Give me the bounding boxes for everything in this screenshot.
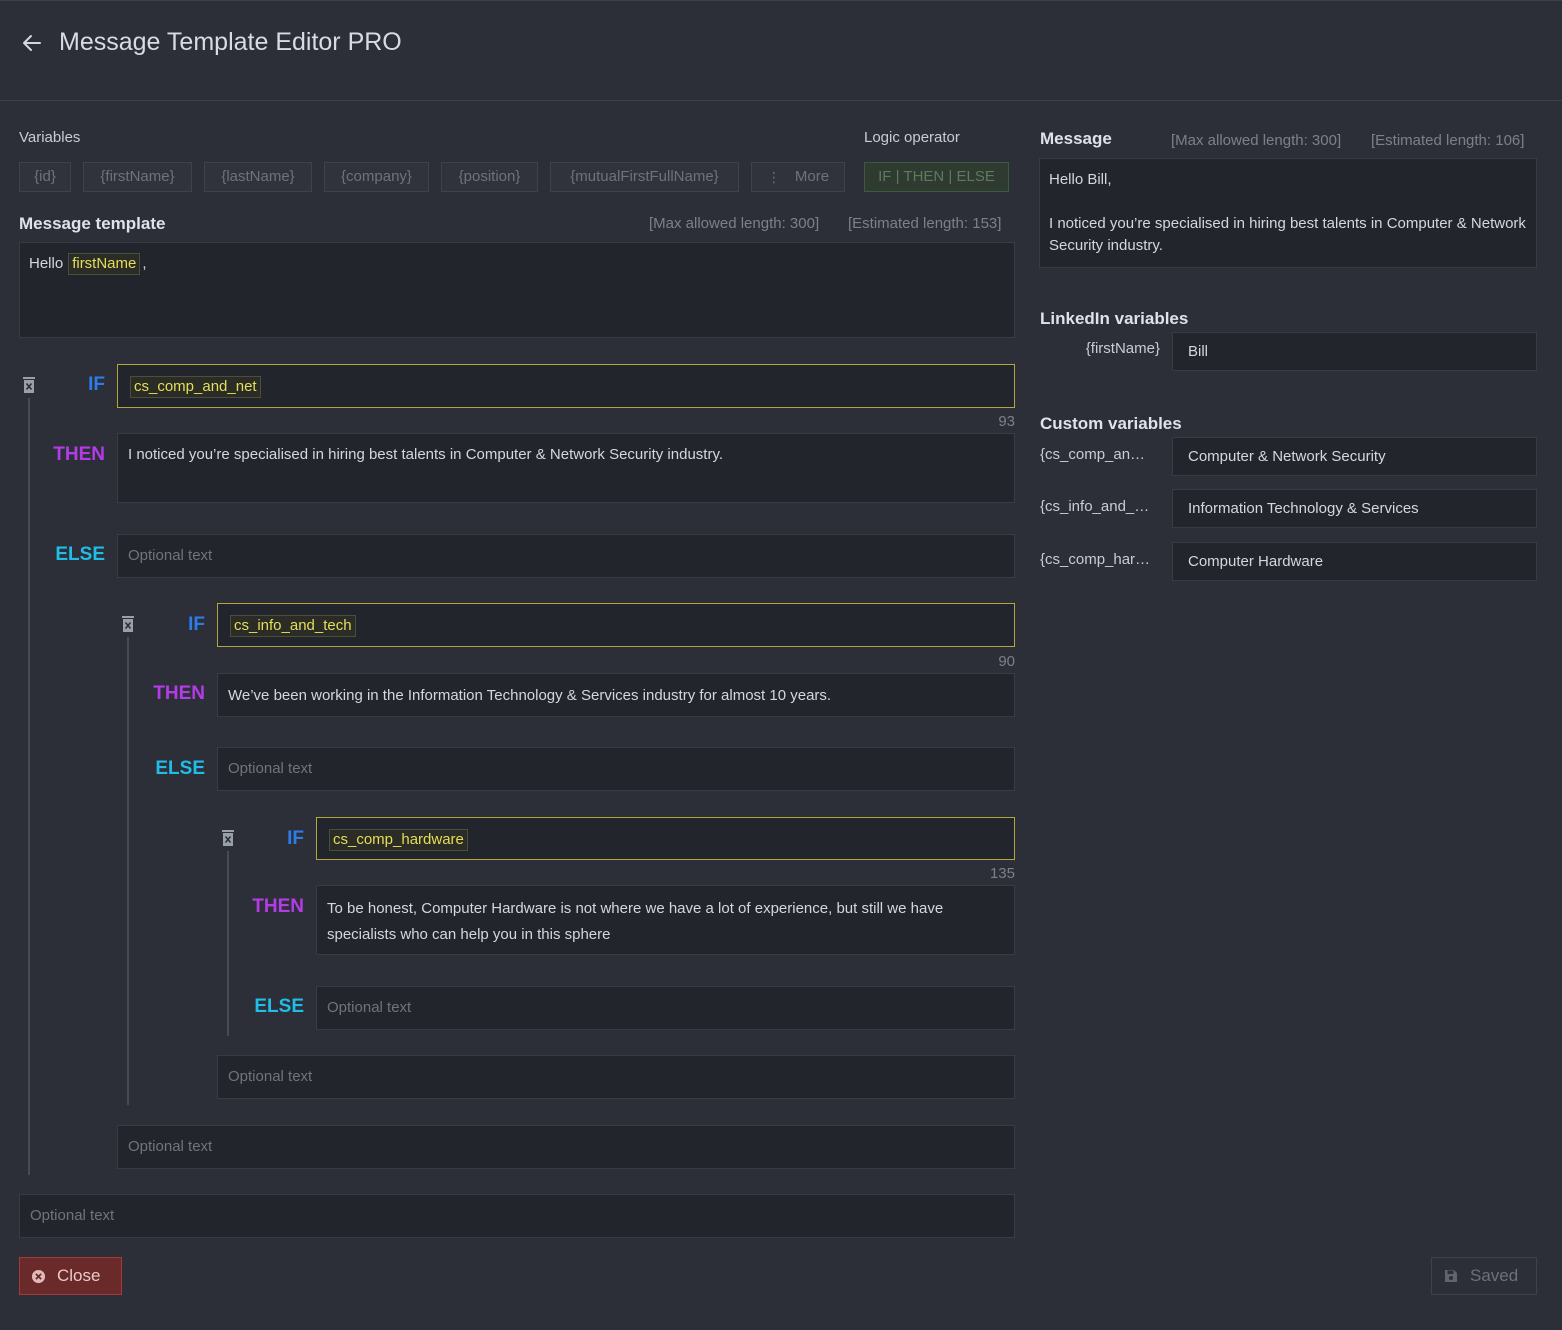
if-condition-input-2[interactable]: cs_info_and_tech — [217, 603, 1015, 647]
variable-chip-firstname[interactable]: {firstName} — [83, 162, 192, 192]
linkedin-variable-name: {firstName} — [1085, 340, 1160, 357]
else-text-input-3[interactable]: Optional text — [316, 986, 1015, 1030]
else-placeholder: Optional text — [327, 999, 412, 1016]
message-line-2: I noticed you’re specialised in hiring b… — [1049, 215, 1526, 254]
logic-operator-label: Logic operator — [864, 129, 960, 146]
variable-chip-id[interactable]: {id} — [19, 162, 71, 192]
close-button[interactable]: Close — [19, 1257, 122, 1295]
then-text: We’ve been working in the Information Te… — [228, 687, 832, 704]
message-line-1: Hello Bill, — [1049, 171, 1112, 188]
after-text-input-level2[interactable]: Optional text — [217, 1055, 1015, 1099]
greeting-suffix: , — [142, 255, 147, 272]
message-preview: Hello Bill, I noticed you’re specialised… — [1039, 158, 1537, 268]
else-keyword: ELSE — [55, 544, 105, 565]
template-estimated-length: [Estimated length: 153] — [848, 215, 1002, 232]
message-estimated-length: [Estimated length: 106] — [1371, 132, 1525, 149]
variables-label: Variables — [19, 129, 81, 146]
level2-connector-line — [127, 637, 129, 1105]
custom-variable-name: {cs_comp_har… — [1040, 551, 1151, 568]
logic-operator-chip[interactable]: IF | THEN | ELSE — [864, 162, 1009, 192]
custom-variable-value-input[interactable]: Computer & Network Security — [1172, 437, 1537, 476]
linkedin-variable-value-input[interactable]: Bill — [1172, 332, 1537, 371]
custom-variable-name: {cs_comp_an… — [1040, 446, 1146, 463]
message-title: Message — [1040, 129, 1112, 148]
variable-chip-mutualfirstfullname[interactable]: {mutualFirstFullName} — [550, 162, 739, 192]
arrow-left-icon[interactable] — [20, 31, 44, 55]
greeting-prefix: Hello — [29, 255, 64, 272]
level1-connector-line — [28, 398, 30, 1175]
variable-chip-company[interactable]: {company} — [324, 162, 429, 192]
optional-text-placeholder: Optional text — [30, 1207, 115, 1224]
condition-variable-tag[interactable]: cs_comp_hardware — [329, 829, 468, 851]
template-max-length: [Max allowed length: 300] — [649, 215, 820, 232]
else-text-input-2[interactable]: Optional text — [217, 747, 1015, 791]
else-keyword: ELSE — [254, 996, 304, 1017]
if-condition-input-3[interactable]: cs_comp_hardware — [316, 817, 1015, 860]
else-keyword: ELSE — [155, 758, 205, 779]
more-label: More — [794, 168, 830, 185]
message-template-editor[interactable]: Hello firstName , — [19, 242, 1015, 338]
custom-variable-name: {cs_info_and_… — [1040, 498, 1150, 515]
custom-variable-value-input[interactable]: Computer Hardware — [1172, 542, 1537, 581]
optional-text-placeholder: Optional text — [128, 1138, 213, 1155]
saved-button[interactable]: Saved — [1431, 1257, 1537, 1295]
greeting-variable-tag[interactable]: firstName — [68, 253, 141, 275]
message-max-length: [Max allowed length: 300] — [1171, 132, 1342, 149]
then-text-input-1[interactable]: I noticed you’re specialised in hiring b… — [117, 433, 1015, 503]
else-placeholder: Optional text — [128, 547, 213, 564]
more-variables-button[interactable]: ⋮ More — [751, 162, 845, 192]
vertical-dots-icon: ⋮ — [766, 169, 781, 185]
then-length-count: 90 — [998, 653, 1015, 670]
then-text: I noticed you’re specialised in hiring b… — [128, 446, 723, 463]
then-keyword: THEN — [53, 444, 105, 465]
condition-variable-tag[interactable]: cs_info_and_tech — [230, 615, 356, 637]
linkedin-variables-title: LinkedIn variables — [1040, 309, 1189, 328]
then-text-input-2[interactable]: We’ve been working in the Information Te… — [217, 673, 1015, 717]
trash-icon[interactable] — [221, 829, 235, 847]
condition-variable-tag[interactable]: cs_comp_and_net — [130, 376, 261, 398]
optional-text-placeholder: Optional text — [228, 1068, 313, 1085]
then-length-count: 93 — [998, 413, 1015, 430]
close-circle-icon — [31, 1269, 46, 1284]
then-length-count: 135 — [989, 865, 1015, 882]
else-placeholder: Optional text — [228, 760, 313, 777]
page-title: Message Template Editor PRO — [59, 28, 402, 56]
saved-label: Saved — [1470, 1266, 1519, 1285]
then-keyword: THEN — [252, 896, 304, 917]
message-template-title: Message template — [19, 214, 166, 233]
if-keyword: IF — [88, 374, 105, 395]
after-text-input-root[interactable]: Optional text — [19, 1194, 1015, 1238]
floppy-disk-icon — [1444, 1269, 1458, 1283]
level3-connector-line — [227, 851, 229, 1036]
else-text-input-1[interactable]: Optional text — [117, 534, 1015, 578]
custom-variables-title: Custom variables — [1040, 414, 1182, 433]
close-label: Close — [57, 1266, 101, 1285]
then-text-input-3[interactable]: To be honest, Computer Hardware is not w… — [316, 885, 1015, 955]
then-keyword: THEN — [153, 683, 205, 704]
if-condition-input-1[interactable]: cs_comp_and_net — [117, 364, 1015, 408]
trash-icon[interactable] — [22, 376, 36, 394]
if-keyword: IF — [287, 828, 304, 849]
custom-variable-value-input[interactable]: Information Technology & Services — [1172, 489, 1537, 528]
variable-chip-position[interactable]: {position} — [441, 162, 538, 192]
after-text-input-level1[interactable]: Optional text — [117, 1125, 1015, 1169]
variable-chip-lastname[interactable]: {lastName} — [204, 162, 312, 192]
if-keyword: IF — [188, 614, 205, 635]
trash-icon[interactable] — [121, 615, 135, 633]
then-text: To be honest, Computer Hardware is not w… — [327, 900, 944, 943]
